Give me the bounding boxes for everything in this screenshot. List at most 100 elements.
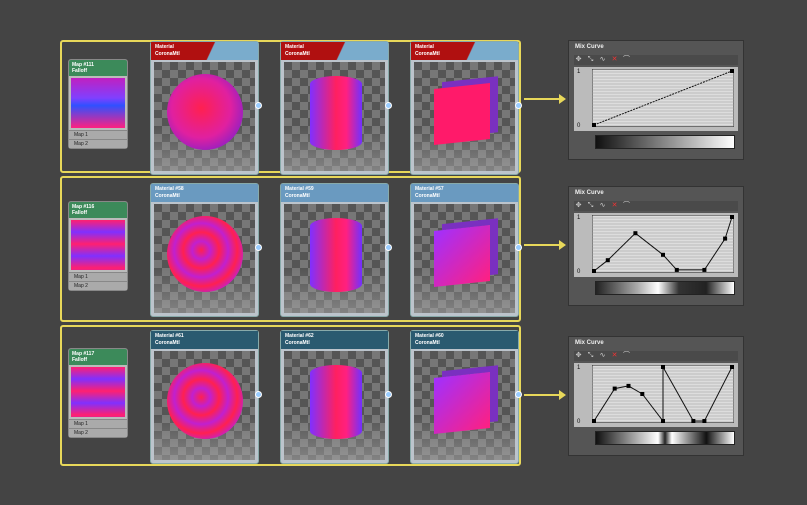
curve-plot[interactable] (592, 69, 734, 127)
curve-control-point[interactable] (661, 365, 665, 369)
mix-curve-panel: Mix Curve ✥ ⤡ ∿ ✕ ⌒ 1 0 (568, 336, 744, 456)
map-type: Falloff (72, 356, 87, 363)
material-preview (284, 204, 385, 313)
output-port[interactable] (385, 390, 392, 398)
output-port[interactable] (255, 244, 262, 251)
material-preview (154, 350, 255, 460)
output-port[interactable] (515, 101, 522, 109)
material-type: CoronaMtl (285, 50, 310, 57)
curve-control-point[interactable] (612, 386, 617, 391)
map-slot[interactable]: Map 2 (69, 427, 127, 437)
map-slot[interactable]: Map 2 (69, 138, 127, 148)
delete-icon[interactable]: ✕ (610, 201, 619, 210)
scale-icon[interactable]: ⤡ (586, 201, 595, 210)
connection-arrow (524, 390, 566, 400)
material-node[interactable]: Material CoronaMtl (410, 40, 522, 175)
reset-curve-icon[interactable]: ⌒ (622, 201, 631, 210)
insert-point-icon[interactable]: ∿ (598, 55, 607, 64)
material-preview (284, 350, 385, 460)
material-node[interactable]: Material #57 CoronaMtl (410, 183, 522, 317)
curve-control-point[interactable] (640, 392, 645, 396)
material-header: Material #57 CoronaMtl (411, 184, 518, 202)
curve-control-point[interactable] (691, 419, 696, 423)
insert-point-icon[interactable]: ∿ (598, 351, 607, 360)
move-icon[interactable]: ✥ (574, 201, 583, 210)
curve-control-point[interactable] (592, 123, 596, 127)
curve-control-point[interactable] (730, 69, 734, 73)
curve-control-point[interactable] (626, 383, 631, 388)
y-max-label: 1 (577, 69, 581, 75)
material-node[interactable]: Material #59 CoronaMtl (280, 183, 392, 317)
scale-icon[interactable]: ⤡ (586, 351, 595, 360)
scale-icon[interactable]: ⤡ (586, 55, 595, 64)
falloff-map-node[interactable]: Map #116 Falloff Map 1 Map 2 (68, 201, 128, 291)
reset-curve-icon[interactable]: ⌒ (622, 351, 631, 360)
output-port[interactable] (515, 390, 522, 398)
material-node[interactable]: Material CoronaMtl (150, 40, 262, 175)
curve-control-point[interactable] (702, 267, 707, 272)
cylinder-preview (310, 218, 362, 292)
delete-icon[interactable]: ✕ (610, 55, 619, 64)
map-slot[interactable]: Map 2 (69, 281, 127, 290)
material-node[interactable]: Material #61 CoronaMtl (150, 329, 262, 464)
output-port[interactable] (255, 101, 262, 109)
material-name: Material #61 (155, 332, 184, 339)
material-header: Material #60 CoronaMtl (411, 330, 518, 349)
curve-graph[interactable]: 10 (574, 213, 738, 277)
insert-point-icon[interactable]: ∿ (598, 201, 607, 210)
output-port[interactable] (385, 244, 392, 251)
curve-control-point[interactable] (674, 267, 679, 272)
cube-preview (434, 82, 490, 145)
cube-preview (434, 225, 490, 287)
material-type: CoronaMtl (155, 193, 180, 199)
curve-control-point[interactable] (661, 252, 665, 257)
curve-control-point[interactable] (730, 215, 734, 219)
mix-curve-panel: Mix Curve ✥ ⤡ ∿ ✕ ⌒ 1 0 (568, 186, 744, 306)
material-name: Material (415, 43, 434, 50)
material-type: CoronaMtl (155, 339, 180, 346)
material-node[interactable]: Material CoronaMtl (280, 40, 392, 175)
map-node-header: Map #117 Falloff (69, 348, 127, 365)
falloff-map-node[interactable]: Map #117 Falloff Map 1 Map 2 (68, 347, 128, 438)
curve-control-point[interactable] (723, 236, 728, 241)
output-port[interactable] (515, 244, 522, 251)
y-min-label: 0 (577, 269, 581, 275)
material-header: Material #58 CoronaMtl (151, 184, 258, 202)
material-preview (154, 61, 255, 171)
material-header: Material #62 CoronaMtl (281, 330, 388, 349)
delete-icon[interactable]: ✕ (610, 351, 619, 360)
curve-control-point[interactable] (633, 231, 638, 236)
y-min-label: 0 (577, 123, 581, 129)
curve-control-point[interactable] (592, 419, 596, 423)
y-min-label: 0 (577, 419, 581, 425)
curve-graph[interactable]: 10 (574, 67, 738, 131)
curve-plot[interactable] (592, 215, 734, 273)
curve-control-point[interactable] (702, 419, 707, 423)
output-port[interactable] (255, 390, 262, 398)
curve-control-point[interactable] (661, 419, 665, 423)
y-max-label: 1 (577, 365, 581, 371)
curve-graph[interactable]: 10 (574, 363, 738, 427)
curve-gradient-preview (595, 431, 735, 445)
move-icon[interactable]: ✥ (574, 55, 583, 64)
map-slot[interactable]: Map 1 (69, 129, 127, 139)
material-name: Material #57 (415, 186, 444, 192)
material-node[interactable]: Material #60 CoronaMtl (410, 329, 522, 464)
cylinder-preview (310, 75, 362, 150)
output-port[interactable] (385, 101, 392, 109)
material-node[interactable]: Material #62 CoronaMtl (280, 329, 392, 464)
material-type: CoronaMtl (415, 50, 440, 57)
move-icon[interactable]: ✥ (574, 351, 583, 360)
reset-curve-icon[interactable]: ⌒ (622, 55, 631, 64)
map-slot[interactable]: Map 1 (69, 418, 127, 428)
curve-control-point[interactable] (730, 365, 734, 369)
material-name: Material #58 (155, 186, 184, 192)
curve-control-point[interactable] (592, 269, 596, 273)
map-slot[interactable]: Map 1 (69, 272, 127, 281)
falloff-map-node[interactable]: Map #111 Falloff Map 1 Map 2 (68, 58, 128, 149)
curve-control-point[interactable] (605, 258, 610, 263)
material-node[interactable]: Material #58 CoronaMtl (150, 183, 262, 317)
material-header: Material #59 CoronaMtl (281, 184, 388, 202)
connection-arrow (524, 94, 566, 104)
curve-plot[interactable] (592, 365, 734, 423)
